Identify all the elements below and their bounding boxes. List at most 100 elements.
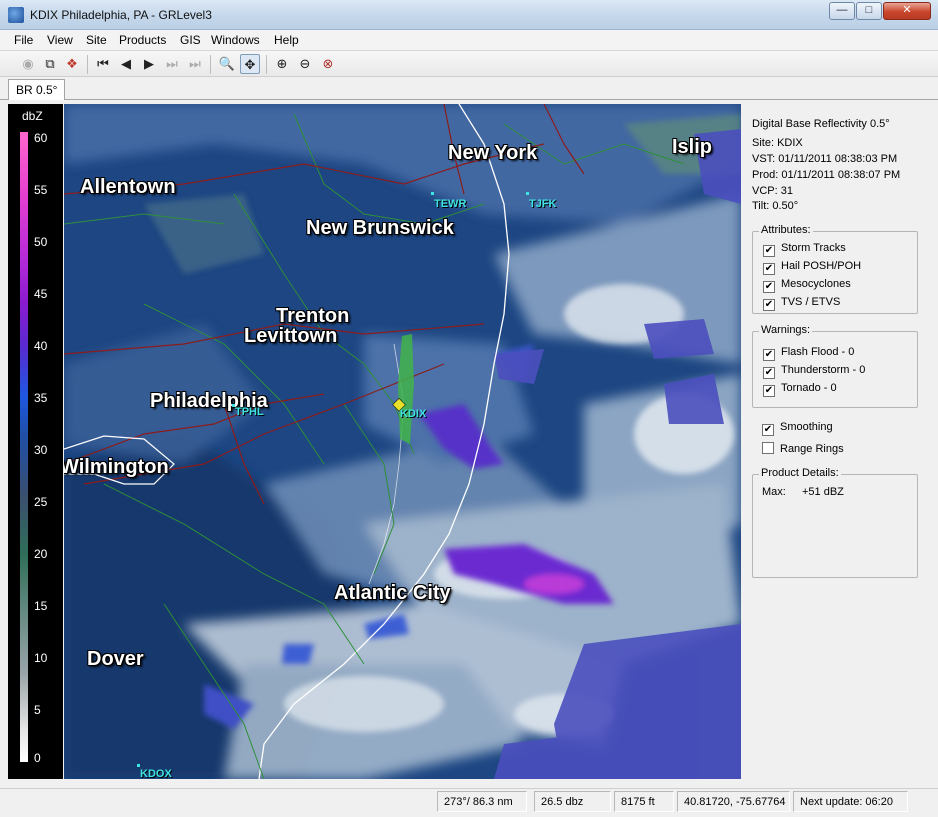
status-dbz: 26.5 dbz: [534, 791, 611, 812]
legend-color-bar: [20, 132, 28, 762]
first-frame-icon[interactable]: ⏮: [93, 54, 113, 74]
station-marker: [431, 192, 434, 195]
zoom-out-all-icon[interactable]: ◉: [18, 54, 38, 74]
tab-strip: BR 0.5°: [0, 77, 938, 100]
checkbox-icon[interactable]: ✔: [763, 349, 775, 361]
product-details-title: Product Details:: [759, 467, 841, 479]
checkbox-icon[interactable]: ✔: [763, 367, 775, 379]
play-icon[interactable]: ▶: [139, 54, 159, 74]
attributes-group: Attributes: ✔ Storm Tracks ✔ Hail POSH/POH…: [752, 224, 918, 314]
checkbox-label: Tornado - 0: [781, 382, 837, 394]
menu-windows[interactable]: Windows: [211, 33, 260, 47]
legend-tick: 50: [34, 235, 48, 249]
legend-tick: 20: [34, 547, 48, 561]
mesocyclones-checkbox[interactable]: ✔ Mesocyclones: [763, 278, 851, 293]
status-next-update: Next update: 06:20: [793, 791, 908, 812]
warnings-group: Warnings: ✔ Flash Flood - 0 ✔ Thunderstorm…: [752, 324, 918, 408]
menu-site[interactable]: Site: [86, 33, 107, 47]
checkbox-icon[interactable]: ✔: [763, 281, 775, 293]
menu-view[interactable]: View: [47, 33, 73, 47]
tilt-value: Tilt: 0.50°: [752, 200, 799, 212]
legend-tick: 40: [34, 339, 48, 353]
legend-tick: 10: [34, 651, 48, 665]
vcp-value: VCP: 31: [752, 185, 793, 197]
hail-checkbox[interactable]: ✔ Hail POSH/POH: [763, 260, 861, 275]
prev-frame-icon[interactable]: ◀: [116, 54, 136, 74]
city-label: Levittown: [244, 325, 338, 347]
menu-bar: File View Site Products GIS Windows Help: [0, 30, 938, 50]
product-name: Digital Base Reflectivity 0.5°: [752, 118, 890, 130]
checkbox-label: Smoothing: [780, 421, 833, 433]
legend-tick: 30: [34, 443, 48, 457]
radar-map[interactable]: Allentown New York Islip New Brunswick T…: [64, 104, 741, 779]
city-label: New Brunswick: [306, 217, 454, 239]
range-rings-checkbox[interactable]: Range Rings: [762, 442, 844, 455]
max-label: Max:: [762, 486, 786, 498]
checkbox-icon[interactable]: ✔: [763, 245, 775, 257]
status-height: 8175 ft: [614, 791, 674, 812]
zoom-in-icon[interactable]: ⊕: [272, 54, 292, 74]
station-label: TPHL: [235, 406, 264, 418]
checkbox-label: TVS / ETVS: [781, 296, 841, 308]
city-label: Islip: [672, 136, 713, 158]
last-frame-icon[interactable]: ⏭: [185, 54, 205, 74]
legend-unit: dbZ: [22, 109, 43, 123]
prod-value: Prod: 01/11/2011 08:38:07 PM: [752, 169, 901, 181]
vst-value: VST: 01/11/2011 08:38:03 PM: [752, 153, 898, 165]
menu-products[interactable]: Products: [119, 33, 166, 47]
pan-icon[interactable]: ✥: [240, 54, 260, 74]
menu-help[interactable]: Help: [274, 33, 299, 47]
flash-flood-checkbox[interactable]: ✔ Flash Flood - 0: [763, 346, 854, 361]
checkbox-label: Flash Flood - 0: [781, 346, 855, 358]
toolbar: ◉ ⧉ ❖ ⏮ ◀ ▶ ⏭ ⏭ 🔍 ✥ ⊕ ⊖ ⊗: [0, 50, 938, 77]
menu-file[interactable]: File: [14, 33, 33, 47]
toolbar-separator: [266, 55, 267, 74]
legend-tick: 45: [34, 287, 48, 301]
max-value: +51 dBZ: [802, 486, 844, 498]
legend-tick: 0: [34, 751, 41, 765]
city-label: Dover: [87, 648, 144, 670]
city-label: Wilmington: [64, 456, 169, 478]
legend-tick: 60: [34, 131, 48, 145]
info-panel: Digital Base Reflectivity 0.5° Site: KDI…: [741, 104, 938, 779]
thunderstorm-checkbox[interactable]: ✔ Thunderstorm - 0: [763, 364, 865, 379]
checkbox-icon[interactable]: ✔: [763, 385, 775, 397]
checkbox-label: Hail POSH/POH: [781, 260, 862, 272]
tab-br-0-5[interactable]: BR 0.5°: [8, 79, 66, 100]
legend-tick: 25: [34, 495, 48, 509]
minimize-button[interactable]: —: [829, 2, 855, 20]
smoothing-checkbox[interactable]: ✔ Smoothing: [762, 421, 833, 436]
checkbox-label: Storm Tracks: [781, 242, 846, 254]
status-bearing: 273°/ 86.3 nm: [437, 791, 527, 812]
checkbox-icon[interactable]: ✔: [763, 263, 775, 275]
city-label: Atlantic City: [334, 582, 451, 604]
status-coords: 40.81720, -75.67764: [677, 791, 790, 812]
zoom-icon[interactable]: 🔍: [217, 54, 237, 74]
station-label: TEWR: [434, 198, 467, 210]
tornado-checkbox[interactable]: ✔ Tornado - 0: [763, 382, 837, 397]
next-frame-icon[interactable]: ⏭: [162, 54, 182, 74]
checkbox-label: Thunderstorm - 0: [781, 364, 866, 376]
tvs-checkbox[interactable]: ✔ TVS / ETVS: [763, 296, 840, 311]
stop-icon[interactable]: ❖: [62, 54, 82, 74]
zoom-reset-icon[interactable]: ⊗: [318, 54, 338, 74]
station-marker: [526, 192, 529, 195]
zoom-out-icon[interactable]: ⊖: [295, 54, 315, 74]
storm-tracks-checkbox[interactable]: ✔ Storm Tracks: [763, 242, 846, 257]
close-button[interactable]: ✕: [883, 2, 931, 20]
city-label: New York: [448, 142, 538, 164]
station-label: KDOX: [140, 768, 172, 779]
checkbox-icon[interactable]: [762, 442, 774, 454]
toolbar-separator: [210, 55, 211, 74]
checkbox-label: Range Rings: [780, 443, 844, 455]
status-bar: 273°/ 86.3 nm 26.5 dbz 8175 ft 40.81720,…: [0, 788, 938, 817]
maximize-button[interactable]: □: [856, 2, 882, 20]
product-details-group: Product Details: Max: +51 dBZ: [752, 467, 918, 578]
checkbox-icon[interactable]: ✔: [763, 299, 775, 311]
checkbox-icon[interactable]: ✔: [762, 424, 774, 436]
legend-tick: 35: [34, 391, 48, 405]
city-label: Allentown: [80, 176, 176, 198]
station-marker: [137, 764, 140, 767]
menu-gis[interactable]: GIS: [180, 33, 201, 47]
copy-icon[interactable]: ⧉: [40, 54, 60, 74]
